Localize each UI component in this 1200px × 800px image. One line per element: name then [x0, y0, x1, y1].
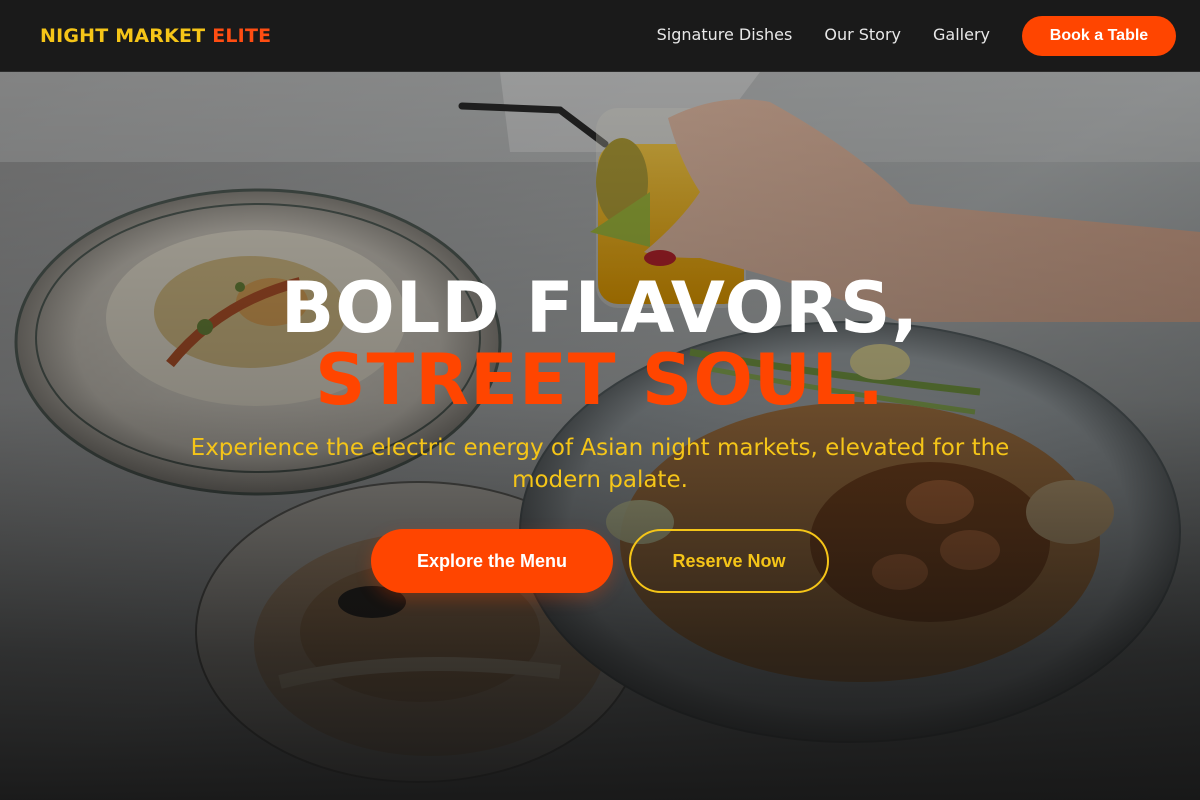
nav-link-signature-dishes[interactable]: Signature Dishes: [657, 24, 793, 46]
brand-accent: ELITE: [212, 25, 272, 47]
hero-title: BOLD FLAVORS, STREET SOUL.: [0, 272, 1200, 416]
top-navigation-bar: NIGHT MARKET ELITE Signature Dishes Our …: [0, 0, 1200, 72]
hero-title-line-1: BOLD FLAVORS,: [280, 267, 920, 349]
book-table-button[interactable]: Book a Table: [1022, 16, 1176, 56]
nav-links: Signature Dishes Our Story Gallery: [657, 24, 990, 46]
reserve-now-button[interactable]: Reserve Now: [629, 529, 829, 593]
hero-section: BOLD FLAVORS, STREET SOUL. Experience th…: [0, 72, 1200, 800]
nav-link-gallery[interactable]: Gallery: [933, 24, 990, 46]
brand-logo[interactable]: NIGHT MARKET ELITE: [40, 24, 271, 48]
explore-menu-button[interactable]: Explore the Menu: [371, 529, 613, 593]
brand-name: NIGHT MARKET: [40, 25, 206, 47]
hero-title-line-2: STREET SOUL.: [315, 339, 885, 421]
nav-link-our-story[interactable]: Our Story: [824, 24, 901, 46]
hero-subtitle: Experience the electric energy of Asian …: [190, 435, 1010, 493]
